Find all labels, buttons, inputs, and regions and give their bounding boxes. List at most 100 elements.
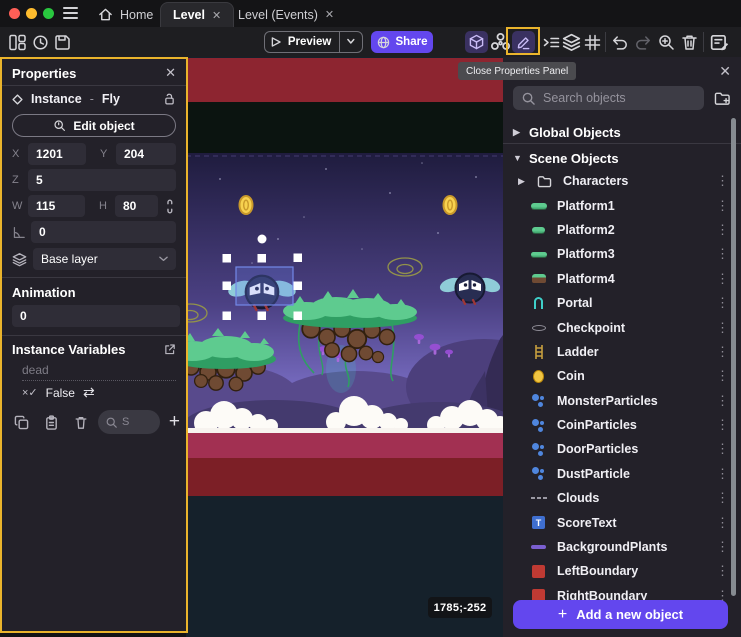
object-item-monsterparticles[interactable]: MonsterParticles ⋮ xyxy=(503,389,741,413)
add-folder-icon[interactable] xyxy=(714,91,731,106)
edit-object-button[interactable]: Edit object xyxy=(12,114,176,137)
undo-icon[interactable] xyxy=(611,34,628,51)
variable-value[interactable]: False xyxy=(46,386,75,400)
object-item-coinparticles[interactable]: CoinParticles ⋮ xyxy=(503,413,741,437)
angle-input[interactable] xyxy=(31,221,176,243)
coin-instance[interactable] xyxy=(444,196,457,214)
grid-icon[interactable] xyxy=(584,34,601,51)
scene-objects-group[interactable]: ▼ Scene Objects xyxy=(513,147,731,169)
redo-icon[interactable] xyxy=(635,34,652,51)
lock-open-icon[interactable] xyxy=(163,92,176,106)
lock-ratio-icon[interactable] xyxy=(164,199,176,214)
tab-home[interactable]: Home xyxy=(86,2,165,27)
open-in-new-icon[interactable] xyxy=(163,343,176,356)
item-menu-icon[interactable]: ⋮ xyxy=(716,466,729,482)
layers-icon[interactable] xyxy=(562,33,581,52)
item-menu-icon[interactable]: ⋮ xyxy=(716,246,729,262)
object-item-scoretext[interactable]: T ScoreText ⋮ xyxy=(503,510,741,534)
swap-value-icon[interactable]: ⇄ xyxy=(83,384,95,401)
object-item-coin[interactable]: Coin ⋮ xyxy=(503,364,741,388)
rotate-handle[interactable] xyxy=(258,235,267,244)
history-icon[interactable] xyxy=(32,34,49,51)
tab-level[interactable]: Level ✕ xyxy=(160,2,234,27)
tab-close-icon[interactable]: ✕ xyxy=(212,9,221,22)
panel-layout-icon[interactable] xyxy=(9,34,26,51)
height-input[interactable] xyxy=(115,195,158,217)
object-item-characters[interactable]: ▶ Characters ⋮ xyxy=(503,169,741,193)
variable-name[interactable]: dead xyxy=(22,363,176,381)
object-item-dustparticle[interactable]: DustParticle ⋮ xyxy=(503,462,741,486)
3d-view-button[interactable] xyxy=(465,31,488,53)
objects-panel-scrollbar[interactable] xyxy=(731,118,736,596)
object-item-doorparticles[interactable]: DoorParticles ⋮ xyxy=(503,437,741,461)
object-item-platform4[interactable]: Platform4 ⋮ xyxy=(503,267,741,291)
object-item-platform1[interactable]: Platform1 ⋮ xyxy=(503,193,741,217)
item-menu-icon[interactable]: ⋮ xyxy=(716,295,729,311)
item-menu-icon[interactable]: ⋮ xyxy=(716,417,729,433)
item-menu-icon[interactable]: ⋮ xyxy=(716,515,729,531)
boundary-icon xyxy=(530,565,547,578)
object-item-platform3[interactable]: Platform3 ⋮ xyxy=(503,242,741,266)
item-menu-icon[interactable]: ⋮ xyxy=(716,320,729,336)
search-objects-input[interactable] xyxy=(543,91,695,105)
item-menu-icon[interactable]: ⋮ xyxy=(716,490,729,506)
item-menu-icon[interactable]: ⋮ xyxy=(716,368,729,384)
object-item-checkpoint[interactable]: Checkpoint ⋮ xyxy=(503,315,741,339)
share-button[interactable]: Share xyxy=(371,31,433,53)
search-objects-field[interactable] xyxy=(513,86,704,110)
object-item-ladder[interactable]: Ladder ⋮ xyxy=(503,340,741,364)
object-item-clouds[interactable]: Clouds ⋮ xyxy=(503,486,741,510)
item-menu-icon[interactable]: ⋮ xyxy=(716,539,729,555)
item-menu-icon[interactable]: ⋮ xyxy=(716,271,729,287)
y-label: Y xyxy=(100,148,110,160)
add-variable-button[interactable]: + xyxy=(169,411,180,433)
close-objects-panel-icon[interactable]: ✕ xyxy=(719,63,731,80)
object-item-portal[interactable]: Portal ⋮ xyxy=(503,291,741,315)
paste-icon[interactable] xyxy=(36,415,66,430)
window-minimize-button[interactable] xyxy=(26,8,37,19)
item-menu-icon[interactable]: ⋮ xyxy=(716,222,729,238)
global-objects-group[interactable]: ▶ Global Objects xyxy=(513,121,731,143)
edit-properties-button[interactable] xyxy=(512,31,535,53)
layer-select[interactable]: Base layer xyxy=(33,248,176,270)
item-menu-icon[interactable]: ⋮ xyxy=(716,441,729,457)
instances-list-icon[interactable] xyxy=(543,34,560,51)
animation-input[interactable] xyxy=(12,305,180,327)
item-menu-icon[interactable]: ⋮ xyxy=(716,563,729,579)
window-zoom-button[interactable] xyxy=(43,8,54,19)
item-menu-icon[interactable]: ⋮ xyxy=(716,393,729,409)
add-new-object-button[interactable]: + Add a new object xyxy=(513,600,728,629)
tab-level-events[interactable]: Level (Events) ✕ xyxy=(226,2,346,27)
menu-icon[interactable] xyxy=(63,7,78,19)
variables-search-input[interactable]: S xyxy=(98,410,160,434)
home-icon xyxy=(98,7,113,22)
item-menu-icon[interactable]: ⋮ xyxy=(716,344,729,360)
coin-instance[interactable] xyxy=(240,196,253,214)
window-close-button[interactable] xyxy=(9,8,20,19)
width-input[interactable] xyxy=(28,195,85,217)
divider xyxy=(503,143,741,144)
scene-canvas[interactable]: 1785;-252 xyxy=(186,57,503,637)
delete-variable-icon[interactable] xyxy=(66,415,96,430)
zoom-in-icon[interactable] xyxy=(658,34,675,51)
item-menu-icon[interactable]: ⋮ xyxy=(716,198,729,214)
copy-icon[interactable] xyxy=(6,415,36,430)
y-input[interactable] xyxy=(116,143,176,165)
object-groups-icon[interactable] xyxy=(490,32,511,53)
scene-render xyxy=(186,57,503,637)
object-item-leftboundary[interactable]: LeftBoundary ⋮ xyxy=(503,559,741,583)
z-input[interactable] xyxy=(28,169,176,191)
object-item-platform2[interactable]: Platform2 ⋮ xyxy=(503,218,741,242)
x-input[interactable] xyxy=(28,143,86,165)
notes-icon[interactable] xyxy=(710,33,729,52)
tab-close-icon[interactable]: ✕ xyxy=(325,8,334,21)
preview-button[interactable]: Preview xyxy=(264,31,363,53)
pencil-icon xyxy=(516,35,531,50)
platform-sprite-icon xyxy=(530,252,547,257)
save-icon[interactable] xyxy=(54,34,71,51)
item-menu-icon[interactable]: ⋮ xyxy=(716,173,729,189)
object-item-backgroundplants[interactable]: BackgroundPlants ⋮ xyxy=(503,535,741,559)
preview-options-chevron-icon[interactable] xyxy=(340,38,362,46)
trash-icon[interactable] xyxy=(681,34,698,51)
close-properties-icon[interactable]: ✕ xyxy=(165,65,176,81)
